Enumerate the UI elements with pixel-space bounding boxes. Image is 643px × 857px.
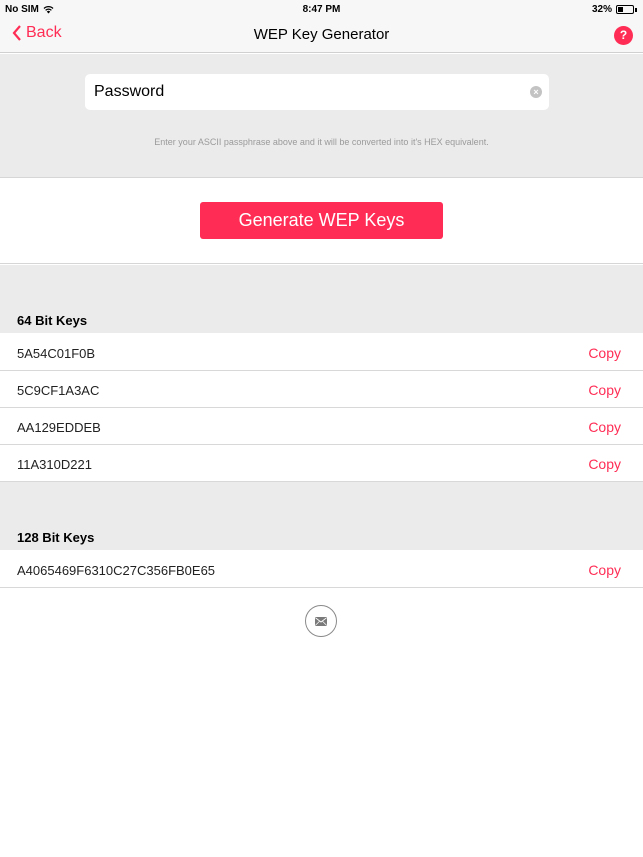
passphrase-hint: Enter your ASCII passphrase above and it… [154,137,489,147]
copy-button[interactable]: Copy [588,345,621,361]
section-header-128: 128 Bit Keys [0,482,643,550]
battery-icon [616,5,634,14]
copy-button[interactable]: Copy [588,562,621,578]
key-row: AA129EDDEB Copy [0,408,643,445]
clear-input-icon[interactable]: × [530,86,542,98]
key-row: A4065469F6310C27C356FB0E65 Copy [0,551,643,588]
page-title: WEP Key Generator [253,26,390,43]
navigation-bar: Back WEP Key Generator ? [0,18,643,53]
battery-percent: 32% [591,4,612,15]
section-title-128-bit: 128 Bit Keys [17,530,95,545]
copy-button[interactable]: Copy [588,419,621,435]
section-title-64-bit: 64 Bit Keys [17,313,88,328]
key-row: 11A310D221 Copy [0,445,643,482]
key-value: 5C9CF1A3AC [17,383,100,398]
clock: 8:47 PM [302,4,341,15]
key-value: AA129EDDEB [17,420,101,435]
help-button[interactable]: ? [614,26,633,45]
email-keys-button[interactable] [305,605,337,637]
battery-status: 32% [592,4,637,15]
generate-wep-keys-button[interactable]: Generate WEP Keys [200,202,443,239]
key-row: 5C9CF1A3AC Copy [0,371,643,408]
copy-button[interactable]: Copy [588,456,621,472]
key-value: A4065469F6310C27C356FB0E65 [17,563,216,578]
section-header-64: 64 Bit Keys [0,265,643,333]
help-icon: ? [619,28,628,42]
generate-section: Generate WEP Keys [0,178,643,264]
key-value: 5A54C01F0B [17,346,96,361]
passphrase-input[interactable] [85,74,505,110]
key-value: 11A310D221 [17,457,92,472]
passphrase-section: × Enter your ASCII passphrase above and … [0,54,643,178]
mail-icon [315,616,327,626]
copy-button[interactable]: Copy [588,382,621,398]
status-bar: No SIM 8:47 PM 32% [0,0,643,18]
key-row: 5A54C01F0B Copy [0,334,643,371]
passphrase-field-container: × [85,74,549,110]
